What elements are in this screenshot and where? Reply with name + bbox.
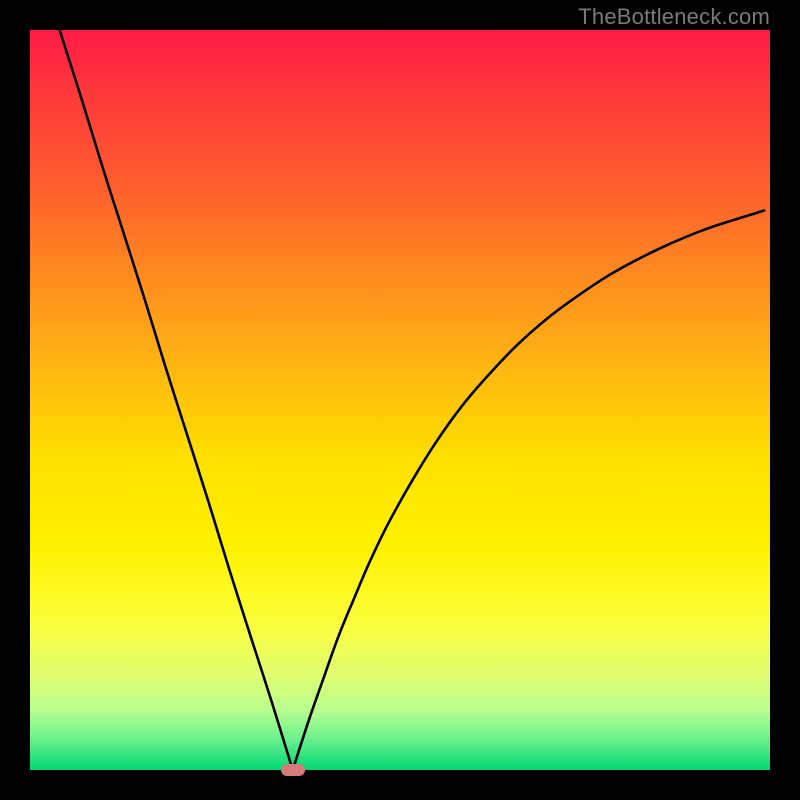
watermark-text: TheBottleneck.com	[578, 4, 770, 30]
curve-svg	[30, 30, 770, 770]
plot-area	[30, 30, 770, 770]
min-marker	[281, 764, 305, 776]
curve-right-branch	[293, 211, 764, 770]
chart-frame: TheBottleneck.com	[0, 0, 800, 800]
curve-left-branch	[60, 30, 293, 770]
